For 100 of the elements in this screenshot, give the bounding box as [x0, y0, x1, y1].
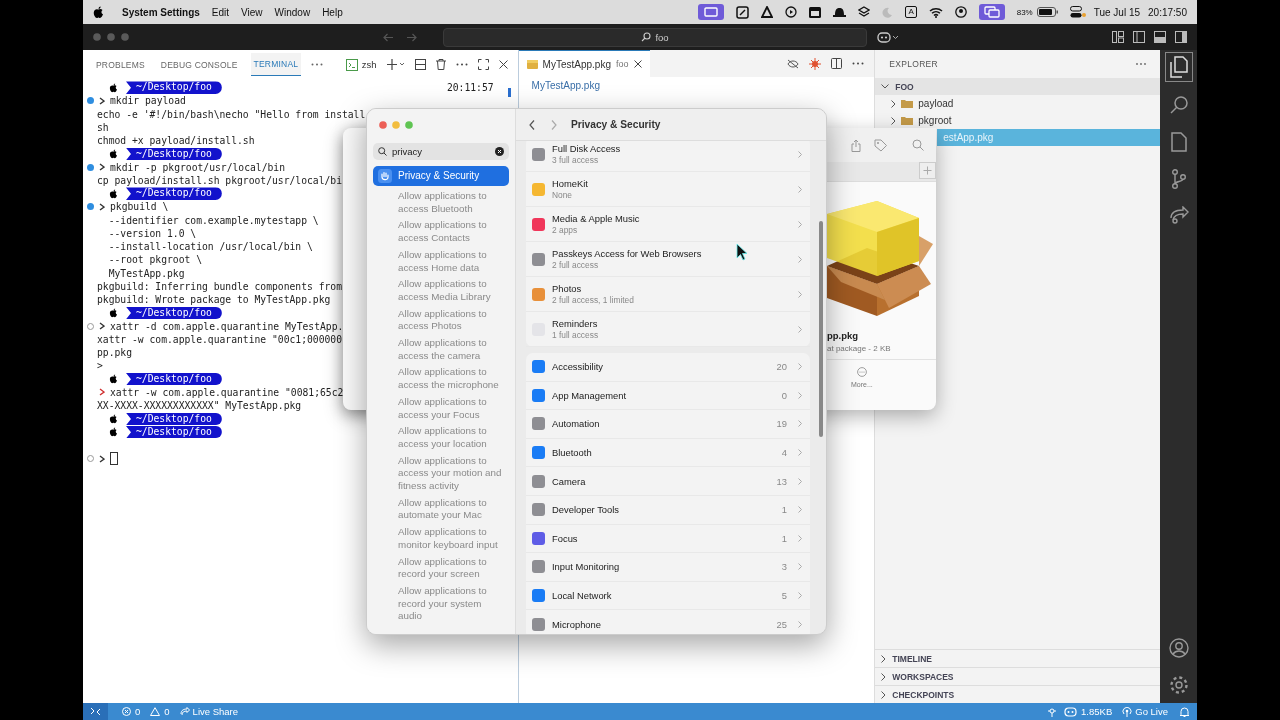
menu-bar-date[interactable]: Tue Jul 15 [1093, 6, 1141, 18]
user-icon[interactable] [954, 6, 967, 18]
scrollbar-thumb[interactable] [819, 221, 823, 437]
settings-row[interactable]: Full Disk Access 3 full access [526, 141, 810, 172]
warning-count[interactable]: 0 [164, 706, 170, 717]
live-share-button[interactable]: Live Share [175, 706, 242, 717]
terminal-command: mkdir payload [110, 95, 186, 107]
path-badge: ~/Desktop/foo [126, 187, 222, 200]
more-icon[interactable] [311, 63, 324, 66]
control-center-icon[interactable] [1069, 6, 1086, 18]
settings-row[interactable]: Camera 13 [526, 467, 810, 496]
terminal-name[interactable]: zsh [361, 59, 377, 70]
panel-tab[interactable]: TERMINAL [250, 53, 302, 76]
secondary-sidebar-icon[interactable] [1175, 31, 1187, 43]
panel-tab[interactable]: PROBLEMS [93, 53, 148, 76]
terminal-output: echo -e '#!/bin/bash\necho "Hello from install [97, 108, 366, 120]
collapsed-section[interactable]: WORKSPACES [875, 667, 1161, 685]
split-editor-icon[interactable] [831, 58, 843, 69]
layout-icon[interactable] [1112, 31, 1124, 43]
settings-row[interactable]: Automation 19 [526, 410, 810, 439]
hat-icon[interactable] [833, 6, 847, 18]
add-icon[interactable] [386, 59, 405, 70]
settings-row[interactable]: Media & Apple Music 2 apps [526, 207, 810, 242]
input-source[interactable]: A [905, 6, 917, 18]
back-icon[interactable] [529, 119, 535, 130]
battery-icon[interactable] [1036, 7, 1058, 17]
clear-icon[interactable] [495, 147, 504, 156]
maximize-icon[interactable] [477, 59, 489, 70]
screen-share-icon[interactable] [698, 4, 725, 20]
play-icon[interactable] [785, 6, 798, 18]
close-icon[interactable] [633, 60, 642, 68]
eye-slash-icon[interactable] [787, 58, 800, 69]
remote-icon[interactable] [83, 703, 108, 720]
settings-row[interactable]: Accessibility 20 [526, 353, 810, 382]
editor-tab[interactable]: MyTestApp.pkg foo [518, 49, 650, 78]
terminal-command: pkgbuild \ [110, 201, 169, 213]
trash-icon[interactable] [435, 59, 446, 70]
folder-header[interactable]: FOO [875, 78, 1161, 95]
bug-icon[interactable] [809, 57, 822, 70]
breadcrumb[interactable]: MyTestApp.pkg [518, 77, 875, 94]
account-icon[interactable] [1168, 638, 1189, 658]
apple-icon[interactable] [93, 5, 104, 19]
layers-icon[interactable] [858, 6, 871, 18]
terminal-output: --root pkgroot \ [107, 254, 202, 266]
terminal-icon[interactable] [345, 58, 358, 71]
window-controls-icon[interactable] [93, 33, 129, 41]
settings-row[interactable]: Local Network 5 [526, 581, 810, 611]
warning-icon[interactable] [150, 707, 161, 716]
file-size[interactable]: 1.85KB [1081, 706, 1113, 717]
close-icon[interactable] [498, 60, 508, 69]
path-badge: ~/Desktop/foo [126, 425, 222, 439]
settings-row[interactable]: Reminders 1 full access [526, 312, 810, 347]
file-tree-item[interactable]: pkgroot [875, 112, 1161, 129]
sidebar-toggle-icon[interactable] [1133, 31, 1145, 43]
app-name[interactable]: System Settings [122, 6, 200, 18]
settings-row[interactable]: Focus 1 [526, 524, 810, 554]
search-icon[interactable] [1168, 95, 1189, 115]
source-control-icon[interactable] [1170, 169, 1187, 189]
search-field[interactable]: privacy [373, 143, 509, 160]
window-controls-icon[interactable] [379, 121, 413, 129]
screen-mirror-icon[interactable] [978, 4, 1005, 20]
wifi-icon[interactable] [928, 6, 943, 18]
settings-row[interactable]: HomeKit None [526, 172, 810, 207]
command-search-field[interactable]: foo [443, 27, 867, 47]
bell-icon[interactable] [1180, 706, 1189, 717]
terminal-output: pp.pkg [97, 347, 132, 359]
more-icon[interactable] [852, 62, 865, 65]
triangle-icon[interactable] [761, 6, 774, 18]
settings-row[interactable]: Photos 2 full access, 1 limited [526, 277, 810, 312]
error-count[interactable]: 0 [135, 706, 141, 717]
note-icon[interactable] [736, 5, 750, 19]
panel-toggle-icon[interactable] [1154, 31, 1166, 43]
scrollbar-thumb[interactable] [507, 88, 511, 97]
document-icon[interactable] [1170, 132, 1187, 152]
chevron-right-icon [798, 620, 802, 628]
search-result[interactable]: Privacy & Security [373, 166, 509, 186]
settings-row[interactable]: App Management 0 [526, 381, 810, 411]
chevron-right-icon [798, 420, 802, 428]
settings-row[interactable]: Microphone 25 [526, 610, 810, 634]
split-icon[interactable] [414, 59, 426, 70]
menu-item[interactable]: Edit [211, 6, 230, 18]
pin-icon[interactable] [1048, 706, 1057, 717]
settings-row[interactable]: Bluetooth 4 [526, 438, 810, 468]
settings-row[interactable]: Input Monitoring 3 [526, 553, 810, 582]
settings-row[interactable]: Developer Tools 1 [526, 495, 810, 525]
menu-item[interactable]: View [241, 6, 263, 18]
copilot-icon[interactable] [877, 31, 899, 43]
menu-item[interactable]: Window [274, 6, 311, 18]
more-icon[interactable] [455, 63, 468, 66]
error-icon[interactable] [122, 707, 131, 716]
share-icon[interactable] [851, 138, 861, 152]
menu-item[interactable]: Help [322, 6, 343, 18]
settings-icon[interactable] [1168, 675, 1189, 695]
go-live-button[interactable]: Go Live [1118, 706, 1172, 717]
film-icon[interactable] [809, 6, 822, 18]
panel-tab[interactable]: DEBUG CONSOLE [157, 53, 241, 76]
menu-bar-clock[interactable]: 20:17:50 [1148, 6, 1187, 18]
collapsed-section[interactable]: TIMELINE [875, 649, 1161, 667]
file-tree-item[interactable]: payload [875, 95, 1161, 112]
share-arrow-icon[interactable] [1168, 206, 1189, 224]
